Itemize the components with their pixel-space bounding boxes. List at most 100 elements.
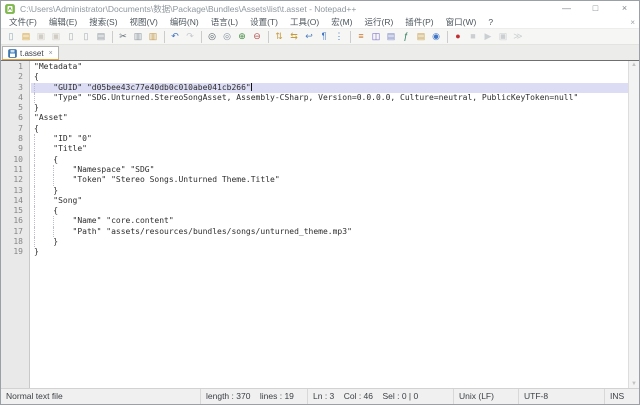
code-line-6: "Asset" [31,113,628,123]
code-line-8: "ID" "0" [31,134,628,144]
line-number: 2 [1,72,23,82]
new-file-icon[interactable]: ▯ [4,30,18,43]
code-line-text: "Name" "core.content" [34,216,174,225]
toolbar-separator [447,31,448,43]
scroll-up-icon[interactable]: ▲ [631,61,637,69]
window-controls: — □ × [552,1,639,16]
line-number: 5 [1,103,23,113]
document-list-icon[interactable]: ▤ [384,30,398,43]
scroll-down-icon[interactable]: ▼ [631,380,637,388]
tab-close-icon[interactable]: × [49,50,53,58]
document-map-icon[interactable]: ◫ [369,30,383,43]
toolbar-separator [268,31,269,43]
saved-file-icon [8,49,17,58]
save-all-icon[interactable]: ▣ [49,30,63,43]
cut-icon[interactable]: ✂ [116,30,130,43]
vertical-scrollbar[interactable]: ▲ ▼ [628,61,639,388]
indent-guide [53,216,54,226]
code-line-5: } [31,103,628,113]
menu-item-1[interactable]: 编辑(E) [43,16,83,29]
record-macro-icon[interactable]: ● [451,30,465,43]
indent-guide [34,93,35,103]
indent-guide [34,196,35,206]
menu-item-9[interactable]: 运行(R) [358,16,399,29]
menubar-close-icon[interactable]: × [630,16,635,29]
maximize-icon[interactable]: □ [581,1,610,16]
code-line-text: "Title" [34,144,87,153]
code-line-text: } [34,103,39,112]
zoom-out-icon[interactable]: ⊖ [250,30,264,43]
tab-t-asset[interactable]: t.asset × [2,46,59,60]
stop-macro-icon[interactable]: ■ [466,30,480,43]
minimize-icon[interactable]: — [552,1,581,16]
show-indent-guide-icon[interactable]: ⋮ [332,30,346,43]
copy-icon[interactable]: ▥ [131,30,145,43]
sync-horizontal-icon[interactable]: ⇆ [287,30,301,43]
status-doc-type: Normal text file [1,389,201,404]
code-line-15: { [31,206,628,216]
save-icon[interactable]: ▣ [34,30,48,43]
status-cursor-position: Ln : 3 Col : 46 Sel : 0 | 0 [308,389,454,404]
save-macro-icon[interactable]: ▣ [496,30,510,43]
replace-icon[interactable]: ◎ [220,30,234,43]
line-number: 18 [1,237,23,247]
code-line-3: "GUID" "d05bee43c77e40db0c010abe041cb266… [31,83,628,93]
close-all-icon[interactable]: ▯ [79,30,93,43]
monitoring-icon[interactable]: ◉ [429,30,443,43]
function-list-icon[interactable]: ƒ [399,30,413,43]
editor-area[interactable]: 12345678910111213141516171819 "Metadata"… [1,60,639,388]
open-folder-icon[interactable]: ▤ [19,30,33,43]
menu-item-4[interactable]: 编码(N) [164,16,205,29]
line-number: 10 [1,155,23,165]
menu-item-3[interactable]: 视图(V) [124,16,164,29]
indent-guide [34,134,35,144]
find-icon[interactable]: ◎ [205,30,219,43]
close-icon[interactable]: × [610,1,639,16]
undo-icon[interactable]: ↶ [168,30,182,43]
line-number: 16 [1,216,23,226]
redo-icon[interactable]: ↷ [183,30,197,43]
line-number: 12 [1,175,23,185]
code-line-text: { [34,155,58,164]
indent-guide [34,155,35,165]
code-line-text: "Type" "SDG.Unturned.StereoSongAsset, As… [34,93,578,102]
code-line-2: { [31,72,628,82]
notepad-plus-plus-icon [5,4,15,14]
paste-icon[interactable]: ▥ [146,30,160,43]
menu-item-11[interactable]: 窗口(W) [440,16,483,29]
play-macro-icon[interactable]: ▶ [481,30,495,43]
menu-item-6[interactable]: 设置(T) [244,16,284,29]
print-icon[interactable]: ▤ [94,30,108,43]
menu-item-5[interactable]: 语言(L) [205,16,244,29]
menu-item-8[interactable]: 宏(M) [325,16,358,29]
show-all-characters-icon[interactable]: ¶ [317,30,331,43]
indent-guide [53,227,54,237]
line-number: 4 [1,93,23,103]
line-number: 7 [1,124,23,134]
code-line-19: } [31,247,628,257]
indent-guide [34,165,35,175]
code-line-4: "Type" "SDG.Unturned.StereoSongAsset, As… [31,93,628,103]
menu-item-2[interactable]: 搜索(S) [83,16,123,29]
menu-item-0[interactable]: 文件(F) [3,16,43,29]
close-file-icon[interactable]: ▯ [64,30,78,43]
menu-item-7[interactable]: 工具(O) [284,16,325,29]
menu-item-10[interactable]: 插件(P) [399,16,439,29]
indent-guide [34,237,35,247]
indent-guide [34,206,35,216]
word-wrap-icon[interactable]: ↩ [302,30,316,43]
tab-bar: t.asset × [1,45,639,60]
line-number: 6 [1,113,23,123]
code-text-area[interactable]: "Metadata"{ "GUID" "d05bee43c77e40db0c01… [31,61,628,388]
indent-guide [34,175,35,185]
line-number: 19 [1,247,23,257]
menu-item-12[interactable]: ? [482,16,499,29]
run-macro-multiple-icon[interactable]: ≫ [511,30,525,43]
user-defined-dialog-icon[interactable]: ≡ [354,30,368,43]
zoom-in-icon[interactable]: ⊕ [235,30,249,43]
folder-as-workspace-icon[interactable]: ▤ [414,30,428,43]
sync-vertical-icon[interactable]: ⇅ [272,30,286,43]
status-insert-mode: INS [605,389,639,404]
code-line-text: } [34,237,58,246]
indent-guide [34,216,35,226]
